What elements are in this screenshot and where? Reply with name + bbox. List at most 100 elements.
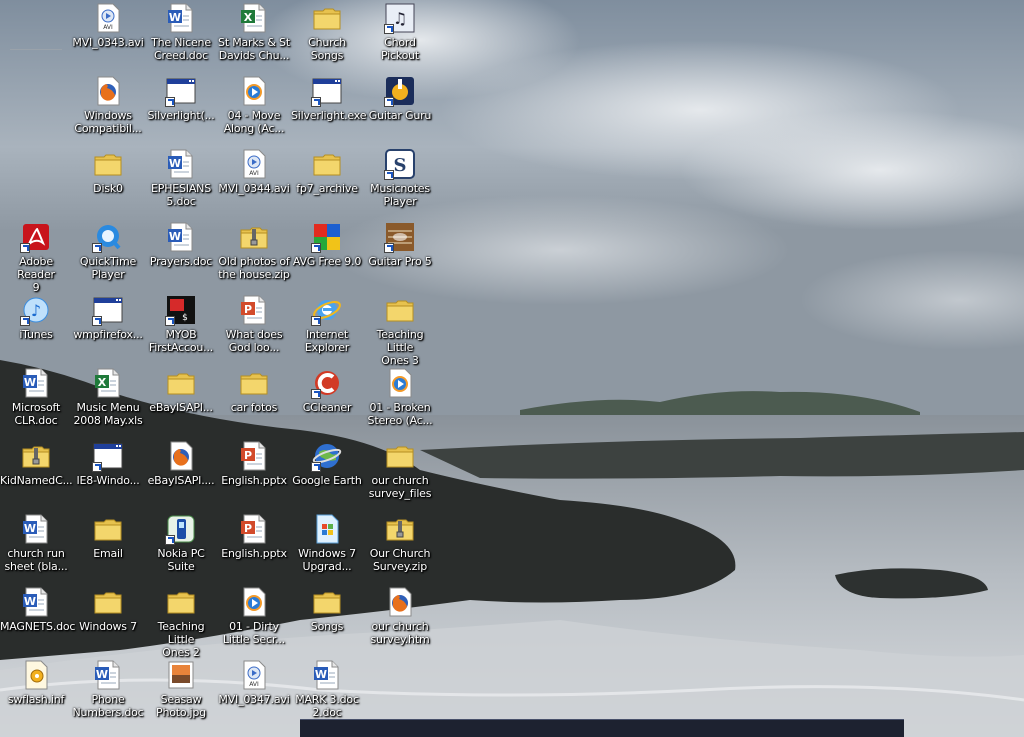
desktop-icon-label: swflash.inf	[7, 693, 65, 706]
desktop-icon[interactable]: Windows 7	[72, 586, 144, 633]
desktop-icon[interactable]: Google Earth	[291, 440, 363, 487]
desktop-icon[interactable]: ♪ iTunes	[0, 294, 72, 341]
desktop-icon[interactable]: P English.pptx	[218, 440, 290, 487]
shortcut-arrow-icon	[165, 316, 175, 326]
desktop-icon[interactable]: wmpfirefox...	[72, 294, 144, 341]
desktop-icon[interactable]: Windows Compatibil...	[72, 75, 144, 135]
desktop-icon-label: Guitar Guru	[368, 109, 432, 122]
desktop-icon[interactable]: W MAGNETS.doc	[0, 586, 75, 633]
desktop-icon[interactable]: Internet Explorer	[291, 294, 363, 354]
svg-text:♫: ♫	[393, 9, 407, 28]
desktop-icon-label: Our Church Survey.zip	[369, 547, 431, 573]
internet-explorer-icon	[311, 294, 343, 326]
desktop-icon-label: church run sheet (bla...	[4, 547, 68, 573]
folder-icon	[384, 294, 416, 326]
desktop-icon[interactable]: ♫ Chord Pickout	[364, 2, 436, 62]
desktop-icon[interactable]: Guitar Guru	[364, 75, 436, 122]
desktop-icon[interactable]: car fotos	[218, 367, 290, 414]
desktop-icon[interactable]: 01 - Broken Stereo (Ac...	[364, 367, 436, 427]
desktop-icon[interactable]: fp7_archive	[291, 148, 363, 195]
desktop-icon[interactable]: W EPHESIANS 5.doc	[145, 148, 217, 208]
desktop-icon[interactable]: our church survey.htm	[364, 586, 436, 646]
desktop-icon[interactable]: W Microsoft CLR.doc	[0, 367, 72, 427]
desktop-icon[interactable]: IE8-Windo...	[72, 440, 144, 487]
desktop-icon[interactable]: Seasaw Photo.jpg	[145, 659, 217, 719]
desktop-icon-label: Google Earth	[292, 474, 362, 487]
desktop-icon[interactable]: Disk0	[72, 148, 144, 195]
desktop-icon[interactable]: 04 - Move Along (Ac...	[218, 75, 290, 135]
shortcut-arrow-icon	[20, 316, 30, 326]
desktop-icon-label: Teaching Little Ones 3	[376, 328, 424, 367]
shortcut-arrow-icon	[165, 535, 175, 545]
desktop-icon[interactable]: Guitar Pro 5	[364, 221, 436, 268]
desktop-icon[interactable]: swflash.inf	[0, 659, 72, 706]
media-file-icon	[238, 586, 270, 618]
desktop-icon[interactable]: AVI MVI_0343.avi	[72, 2, 144, 49]
desktop-icon[interactable]: P English.pptx	[218, 513, 290, 560]
desktop-icon[interactable]: Adobe Reader 9	[0, 221, 72, 294]
desktop-icon[interactable]: W MARK 3.doc 2.doc	[291, 659, 363, 719]
desktop-icon[interactable]: KidNamedC...	[0, 440, 73, 487]
shortcut-arrow-icon	[384, 97, 394, 107]
desktop-icon[interactable]: AVI MVI_0344.avi	[218, 148, 290, 195]
folder-icon	[384, 440, 416, 472]
shortcut-arrow-icon	[384, 243, 394, 253]
desktop-icon[interactable]: AVI MVI_0347.avi	[218, 659, 290, 706]
desktop-icon[interactable]: our church survey_files	[364, 440, 436, 500]
desktop-icon[interactable]: Silverlight(...	[145, 75, 217, 122]
desktop-icon[interactable]: X St Marks & St Davids Chu...	[218, 2, 290, 62]
desktop-icon[interactable]: Email	[72, 513, 144, 560]
folder-icon	[238, 367, 270, 399]
desktop-icon[interactable]: W Phone Numbers.doc	[72, 659, 144, 719]
google-earth-icon	[311, 440, 343, 472]
desktop-icon-label: Windows Compatibil...	[74, 109, 142, 135]
desktop-icon[interactable]: X Music Menu 2008 May.xls	[72, 367, 144, 427]
desktop-icon-label: Guitar Pro 5	[368, 255, 432, 268]
desktop-icon[interactable]: Church Songs	[291, 2, 363, 62]
desktop-icon[interactable]: eBayISAPI...	[145, 367, 217, 414]
desktop-icon-label: Seasaw Photo.jpg	[156, 693, 206, 719]
itunes-icon: ♪	[20, 294, 52, 326]
desktop-icon[interactable]: Our Church Survey.zip	[364, 513, 436, 573]
desktop-icon[interactable]: Teaching Little Ones 3	[364, 294, 436, 367]
desktop-icon[interactable]: S Musicnotes Player	[364, 148, 436, 208]
desktop-separator-line	[10, 49, 62, 50]
desktop-icon-label: wmpfirefox...	[73, 328, 143, 341]
desktop-icon[interactable]: Teaching Little Ones 2	[145, 586, 217, 659]
shortcut-arrow-icon	[311, 243, 321, 253]
desktop-icon[interactable]: Silverlight.exe	[291, 75, 366, 122]
desktop-icon-label: Internet Explorer	[304, 328, 350, 354]
desktop-icon[interactable]: W The Nicene Creed.doc	[145, 2, 217, 62]
desktop-icon[interactable]: 01 - Dirty Little Secr...	[218, 586, 290, 646]
desktop-icon-label: CCleaner	[302, 401, 352, 414]
desktop-icon[interactable]: W Prayers.doc	[145, 221, 217, 268]
svg-text:W: W	[169, 11, 181, 24]
shortcut-arrow-icon	[92, 316, 102, 326]
folder-icon	[165, 586, 197, 618]
desktop[interactable]: AVI MVI_0343.avi W The Nicene Creed.doc X St …	[0, 0, 1024, 737]
desktop-icon-label: our church survey_files	[368, 474, 432, 500]
shortcut-arrow-icon	[165, 97, 175, 107]
desktop-icon-label: iTunes	[19, 328, 53, 341]
desktop-icon[interactable]: AVG Free 9.0	[291, 221, 363, 268]
desktop-icon[interactable]: Nokia PC Suite	[145, 513, 217, 573]
desktop-icon[interactable]: Windows 7 Upgrad...	[291, 513, 363, 573]
avi-file-icon: AVI	[238, 659, 270, 691]
desktop-icon-label: Windows 7 Upgrad...	[298, 547, 356, 573]
desktop-icon[interactable]: Wchurch run sheet (bla...	[0, 513, 72, 573]
desktop-icon[interactable]: P What does God loo...	[218, 294, 290, 354]
desktop-icon-label: MVI_0344.avi	[218, 182, 290, 195]
zip-folder-icon	[238, 221, 270, 253]
svg-text:♪: ♪	[31, 301, 41, 320]
desktop-icon[interactable]: eBayISAPI....	[145, 440, 217, 487]
desktop-icon[interactable]: CCleaner	[291, 367, 363, 414]
musicnotes-icon: S	[384, 148, 416, 180]
powerpoint-icon: P	[238, 294, 270, 326]
ccleaner-icon	[311, 367, 343, 399]
desktop-icon[interactable]: $ MYOB FirstAccou...	[145, 294, 217, 354]
desktop-icon[interactable]: QuickTime Player	[72, 221, 144, 281]
desktop-icon[interactable]: Songs	[291, 586, 363, 633]
desktop-icon-label: MYOB FirstAccou...	[148, 328, 214, 354]
desktop-icon[interactable]: Old photos of the house.zip	[218, 221, 290, 281]
svg-text:AVI: AVI	[249, 170, 259, 177]
